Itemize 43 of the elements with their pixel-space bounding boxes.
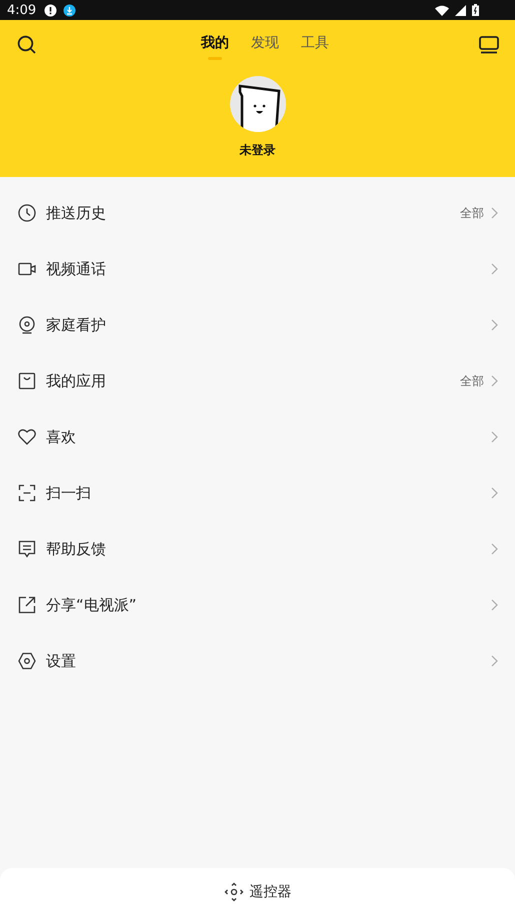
menu-item[interactable]: 扫一扫 bbox=[0, 465, 515, 521]
wifi-icon bbox=[435, 4, 449, 16]
menu-item[interactable]: 设置 bbox=[0, 633, 515, 689]
chevron-right-icon bbox=[491, 375, 498, 387]
search-icon[interactable] bbox=[17, 35, 37, 55]
heart-icon bbox=[18, 428, 36, 446]
bag-icon bbox=[18, 372, 36, 390]
menu-item[interactable]: 推送历史 全部 bbox=[0, 185, 515, 241]
avatar-icon[interactable] bbox=[230, 76, 286, 132]
settings-icon bbox=[18, 652, 36, 670]
clock-icon bbox=[18, 204, 36, 222]
menu-item[interactable]: 我的应用 全部 bbox=[0, 353, 515, 409]
share-icon bbox=[18, 596, 36, 614]
menu-item[interactable]: 帮助反馈 bbox=[0, 521, 515, 577]
video-camera-icon bbox=[18, 260, 36, 278]
chevron-right-icon bbox=[491, 431, 498, 443]
alert-icon bbox=[44, 4, 58, 16]
scan-icon bbox=[18, 484, 36, 502]
chevron-right-icon bbox=[491, 263, 498, 275]
login-status[interactable]: 未登录 bbox=[240, 142, 276, 159]
chevron-right-icon bbox=[491, 319, 498, 331]
remote-control-button[interactable]: 遥控器 bbox=[0, 868, 515, 915]
menu-item[interactable]: 喜欢 bbox=[0, 409, 515, 465]
signal-icon bbox=[455, 4, 466, 16]
chevron-right-icon bbox=[491, 207, 498, 219]
all-link[interactable]: 全部 bbox=[460, 204, 484, 222]
menu-item[interactable]: 家庭看护 bbox=[0, 297, 515, 353]
chevron-right-icon bbox=[491, 599, 498, 611]
remote-dpad-icon bbox=[224, 882, 244, 902]
all-link[interactable]: 全部 bbox=[460, 372, 484, 390]
tab[interactable]: 发现 bbox=[251, 34, 279, 56]
clock-time: 4:09 bbox=[7, 2, 36, 18]
tv-icon[interactable] bbox=[479, 36, 499, 54]
message-icon bbox=[18, 540, 36, 558]
webcam-icon bbox=[18, 316, 36, 334]
chevron-right-icon bbox=[491, 655, 498, 667]
menu-item[interactable]: 视频通话 bbox=[0, 241, 515, 297]
battery-icon bbox=[472, 4, 479, 16]
chevron-right-icon bbox=[491, 543, 498, 555]
download-icon bbox=[63, 4, 76, 16]
tab[interactable]: 工具 bbox=[301, 34, 329, 56]
menu-item[interactable]: 分享“电视派” bbox=[0, 577, 515, 633]
chevron-right-icon bbox=[491, 487, 498, 499]
